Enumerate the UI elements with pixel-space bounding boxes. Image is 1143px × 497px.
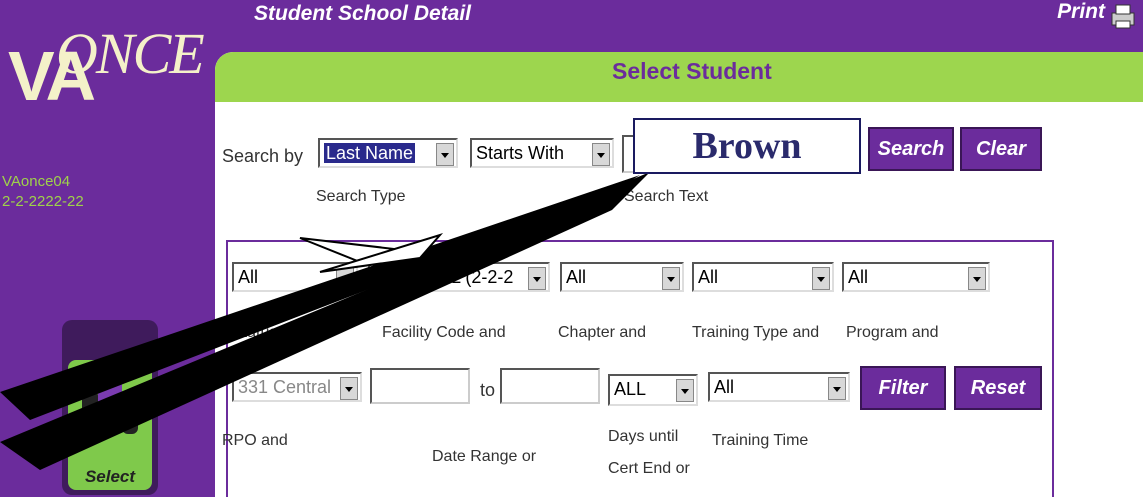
callout-arrows: [0, 172, 650, 470]
search-text-callout: Brown: [633, 118, 861, 174]
